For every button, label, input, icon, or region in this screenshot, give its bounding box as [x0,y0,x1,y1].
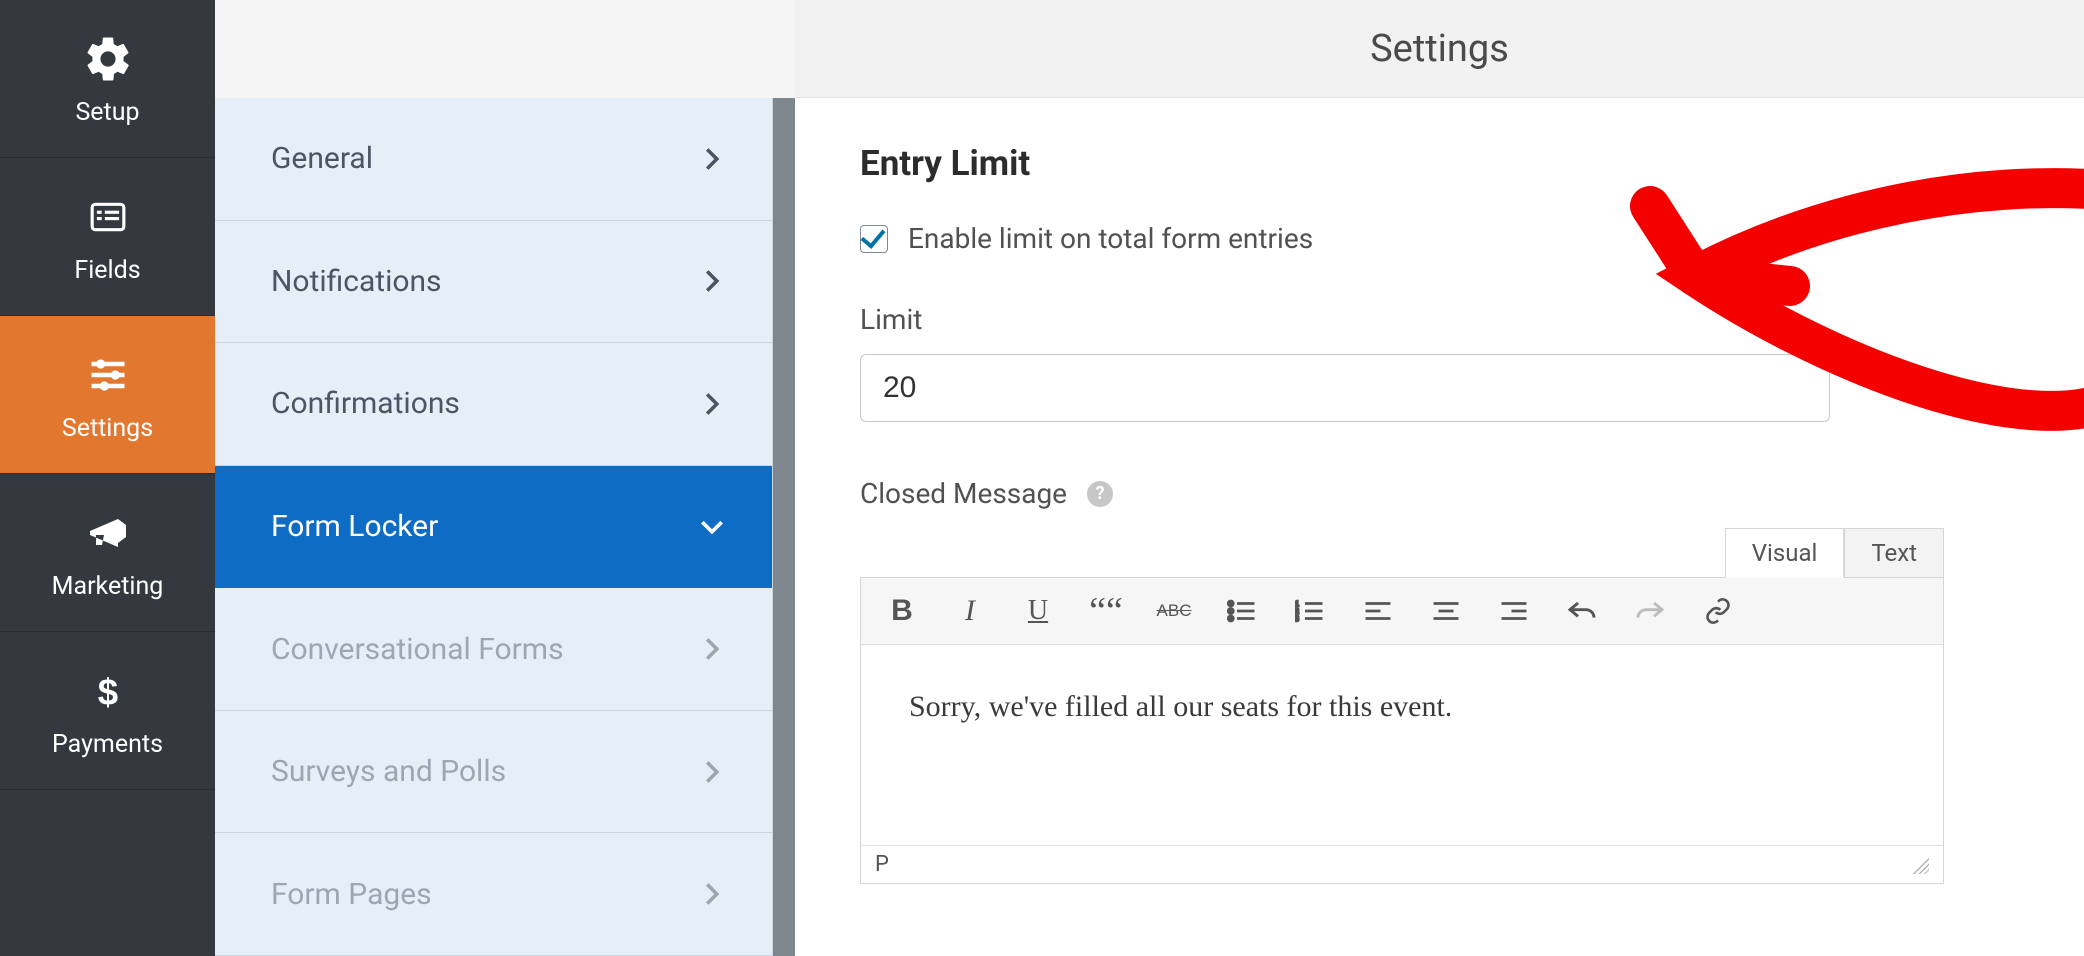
nav-label-setup: Setup [75,98,139,127]
chevron-down-icon [700,515,724,539]
svg-text:$: $ [97,671,117,712]
rich-text-editor: B I U ““ ABC 123 [860,577,1944,884]
resize-grip-icon[interactable] [1911,856,1929,874]
chevron-right-icon [700,637,724,661]
align-center-button[interactable] [1429,594,1463,628]
editor-tab-visual[interactable]: Visual [1725,528,1845,578]
chevron-right-icon [700,882,724,906]
strikethrough-button[interactable]: ABC [1157,594,1191,628]
bold-button[interactable]: B [885,594,919,628]
chevron-right-icon [700,147,724,171]
editor-path: P [875,852,889,877]
undo-button[interactable] [1565,594,1599,628]
closed-message-label-text: Closed Message [860,477,1067,510]
limit-input[interactable] [860,354,1830,422]
submenu-item-general[interactable]: General [215,98,772,221]
italic-button[interactable]: I [953,594,987,628]
nav-rail: Setup Fields Settings Marketing $ Paymen… [0,0,215,956]
editor-textarea[interactable]: Sorry, we've filled all our seats for th… [861,645,1943,845]
submenu-label: Notifications [271,264,442,299]
submenu-item-conversational-forms[interactable]: Conversational Forms [215,588,772,711]
nav-item-marketing[interactable]: Marketing [0,474,215,632]
page-title-text: Settings [1370,27,1509,71]
editor-tabs: Visual Text [860,528,1944,578]
align-left-button[interactable] [1361,594,1395,628]
editor-tab-text[interactable]: Text [1844,528,1944,578]
dollar-icon: $ [79,662,137,720]
gear-icon [79,30,137,88]
nav-label-settings: Settings [62,414,153,443]
bulleted-list-button[interactable] [1225,594,1259,628]
enable-limit-checkbox[interactable] [860,225,888,253]
editor-statusbar: P [861,845,1943,883]
submenu-label: Form Locker [271,509,438,544]
enable-limit-row: Enable limit on total form entries [860,222,1944,255]
megaphone-icon [79,504,137,562]
column-divider [773,98,795,956]
link-button[interactable] [1701,594,1735,628]
help-icon[interactable]: ? [1087,481,1113,507]
editor-toolbar: B I U ““ ABC 123 [861,578,1943,645]
enable-limit-label[interactable]: Enable limit on total form entries [908,222,1313,255]
svg-text:3: 3 [1295,614,1299,623]
nav-item-fields[interactable]: Fields [0,158,215,316]
blockquote-button[interactable]: ““ [1089,594,1123,628]
nav-item-settings[interactable]: Settings [0,316,215,474]
chevron-right-icon [700,392,724,416]
main-area: Settings Entry Limit Enable limit on tot… [795,0,2084,956]
numbered-list-button[interactable]: 123 [1293,594,1327,628]
submenu-label: Conversational Forms [271,632,564,667]
page-title: Settings [795,0,2084,98]
settings-submenu: General Notifications Confirmations Form… [215,98,773,956]
align-right-button[interactable] [1497,594,1531,628]
submenu-label: Confirmations [271,386,460,421]
nav-item-payments[interactable]: $ Payments [0,632,215,790]
nav-item-setup[interactable]: Setup [0,0,215,158]
chevron-right-icon [700,760,724,784]
sliders-icon [79,346,137,404]
nav-label-marketing: Marketing [52,572,164,601]
content-panel: Entry Limit Enable limit on total form e… [795,98,2084,956]
nav-label-payments: Payments [52,730,163,759]
limit-field-label: Limit [860,303,1944,336]
redo-button[interactable] [1633,594,1667,628]
submenu-item-notifications[interactable]: Notifications [215,221,772,344]
submenu-label: Form Pages [271,877,432,912]
chevron-right-icon [700,269,724,293]
nav-label-fields: Fields [74,256,140,285]
submenu-item-surveys-polls[interactable]: Surveys and Polls [215,711,772,834]
submenu-item-form-locker[interactable]: Form Locker [215,466,772,589]
submenu-item-form-pages[interactable]: Form Pages [215,833,772,956]
underline-button[interactable]: U [1021,594,1055,628]
section-heading-entry-limit: Entry Limit [860,143,1944,184]
list-icon [79,188,137,246]
submenu-label: General [271,141,373,176]
submenu-item-confirmations[interactable]: Confirmations [215,343,772,466]
closed-message-label: Closed Message ? [860,477,1944,510]
submenu-label: Surveys and Polls [271,754,506,789]
